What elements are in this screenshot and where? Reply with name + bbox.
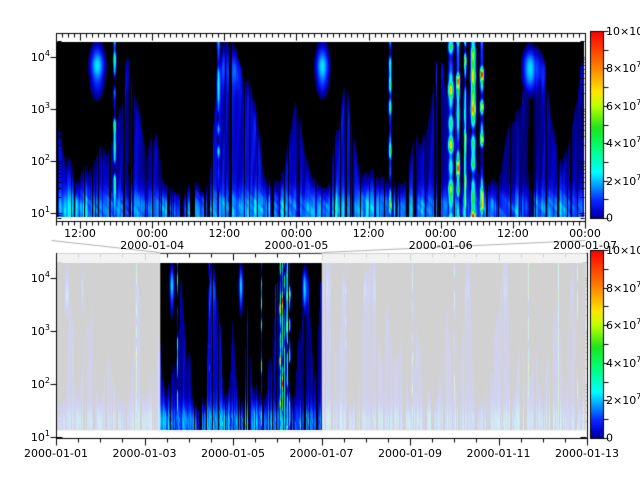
detail-colorbar bbox=[590, 31, 603, 218]
detail-colorbar-label: 0 bbox=[606, 212, 613, 225]
context-y-tick-label: 104 bbox=[31, 271, 50, 285]
context-y-tick-label: 101 bbox=[31, 430, 50, 444]
detail-x-tick-label: 12:00 bbox=[208, 227, 240, 240]
context-colorbar-label: 10×107 bbox=[606, 243, 640, 257]
context-x-tick-label: 2000-01-03 bbox=[113, 447, 177, 460]
detail-x-tick-label: 12:00 bbox=[497, 227, 529, 240]
detail-y-tick-label: 103 bbox=[31, 102, 50, 116]
detail-y-tick-label: 102 bbox=[31, 154, 50, 168]
context-colorbar-label: 0 bbox=[606, 432, 613, 445]
detail-x-tick-label: 12:00 bbox=[353, 227, 385, 240]
detail-x-tick-label: 12:00 bbox=[64, 227, 96, 240]
context-colorbar-label: 4×107 bbox=[606, 356, 640, 370]
context-x-tick-label: 2000-01-01 bbox=[24, 447, 88, 460]
detail-plot-area[interactable] bbox=[56, 33, 585, 221]
context-x-tick-label: 2000-01-11 bbox=[467, 447, 531, 460]
context-x-tick-label: 2000-01-09 bbox=[378, 447, 442, 460]
detail-colorbar-label: 10×107 bbox=[606, 24, 640, 38]
context-x-tick-label: 2000-01-13 bbox=[555, 447, 619, 460]
detail-colorbar-label: 2×107 bbox=[606, 174, 640, 188]
detail-x-date-label: 2000-01-06 bbox=[409, 239, 473, 252]
detail-y-tick-label: 104 bbox=[31, 50, 50, 64]
context-colorbar bbox=[590, 250, 603, 438]
detail-x-date-label: 2000-01-05 bbox=[264, 239, 328, 252]
context-y-tick-label: 102 bbox=[31, 377, 50, 391]
detail-y-tick-label: 101 bbox=[31, 206, 50, 220]
detail-x-date-label: 2000-01-04 bbox=[120, 239, 184, 252]
context-y-tick-label: 103 bbox=[31, 324, 50, 338]
context-x-tick-label: 2000-01-05 bbox=[201, 447, 265, 460]
selection-window[interactable] bbox=[159, 252, 322, 431]
context-colorbar-label: 8×107 bbox=[606, 281, 640, 295]
spectrogram-figure: 10110110210210310310410412:0000:002000-0… bbox=[0, 0, 640, 480]
context-x-tick-label: 2000-01-07 bbox=[290, 447, 354, 460]
detail-colorbar-label: 8×107 bbox=[606, 62, 640, 76]
context-colorbar-label: 2×107 bbox=[606, 394, 640, 408]
context-colorbar-label: 6×107 bbox=[606, 318, 640, 332]
detail-colorbar-label: 4×107 bbox=[606, 136, 640, 150]
detail-colorbar-label: 6×107 bbox=[606, 99, 640, 113]
